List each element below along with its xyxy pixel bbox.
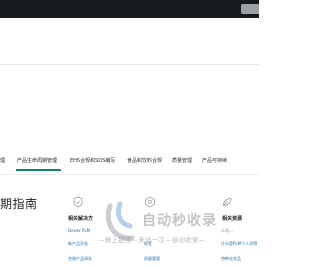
watermark-slogan-text: —做上链接—来访一次—自动收录— <box>98 236 206 244</box>
nav-item-ehs-sds[interactable]: EHS合规和SDS编写 <box>70 158 115 165</box>
link-resource-1[interactable]: 人与… <box>221 228 233 234</box>
nav-divider <box>0 174 259 175</box>
nav-item-food-beverage[interactable]: 食品和饮料合规 <box>127 158 162 165</box>
link-what-is-plm[interactable]: 什么是PLM个人学得 <box>221 241 257 247</box>
nav-item-management[interactable]: 理 <box>0 158 5 165</box>
active-tab-indicator <box>16 169 61 171</box>
link-new-product-development[interactable]: 新产品开发 <box>68 241 88 247</box>
leaf-icon <box>221 196 233 208</box>
nav-item-quality[interactable]: 质量管理 <box>172 158 192 165</box>
topbar-menu-handle[interactable] <box>241 4 259 14</box>
header-divider <box>0 64 259 65</box>
nav-item-sustainability[interactable]: 产品可持续 <box>202 158 227 165</box>
top-bar <box>0 0 259 18</box>
link-quality-management[interactable]: 质量管理 <box>144 256 160 262</box>
page-title: 期指南 <box>0 197 38 211</box>
shield-icon <box>72 196 84 208</box>
hexagon-icon <box>144 196 156 208</box>
column-heading-resources: 相关资源 <box>222 216 243 222</box>
column-heading-solutions: 相关解决方 <box>68 216 94 222</box>
link-specialty-chemicals[interactable]: 特种化学品 <box>221 256 241 262</box>
link-devex-plm[interactable]: Devex PLM <box>68 228 90 233</box>
link-compliant-product-rd[interactable]: 合规产品研发 <box>68 256 92 262</box>
product-nav: 理 产品生命周期管理 EHS合规和SDS编写 食品和饮料合规 质量管理 产品可持… <box>0 156 259 174</box>
watermark-brand-text: 自动秒收录 <box>142 213 217 229</box>
nav-item-plm[interactable]: 产品生命周期管理 <box>17 158 57 165</box>
